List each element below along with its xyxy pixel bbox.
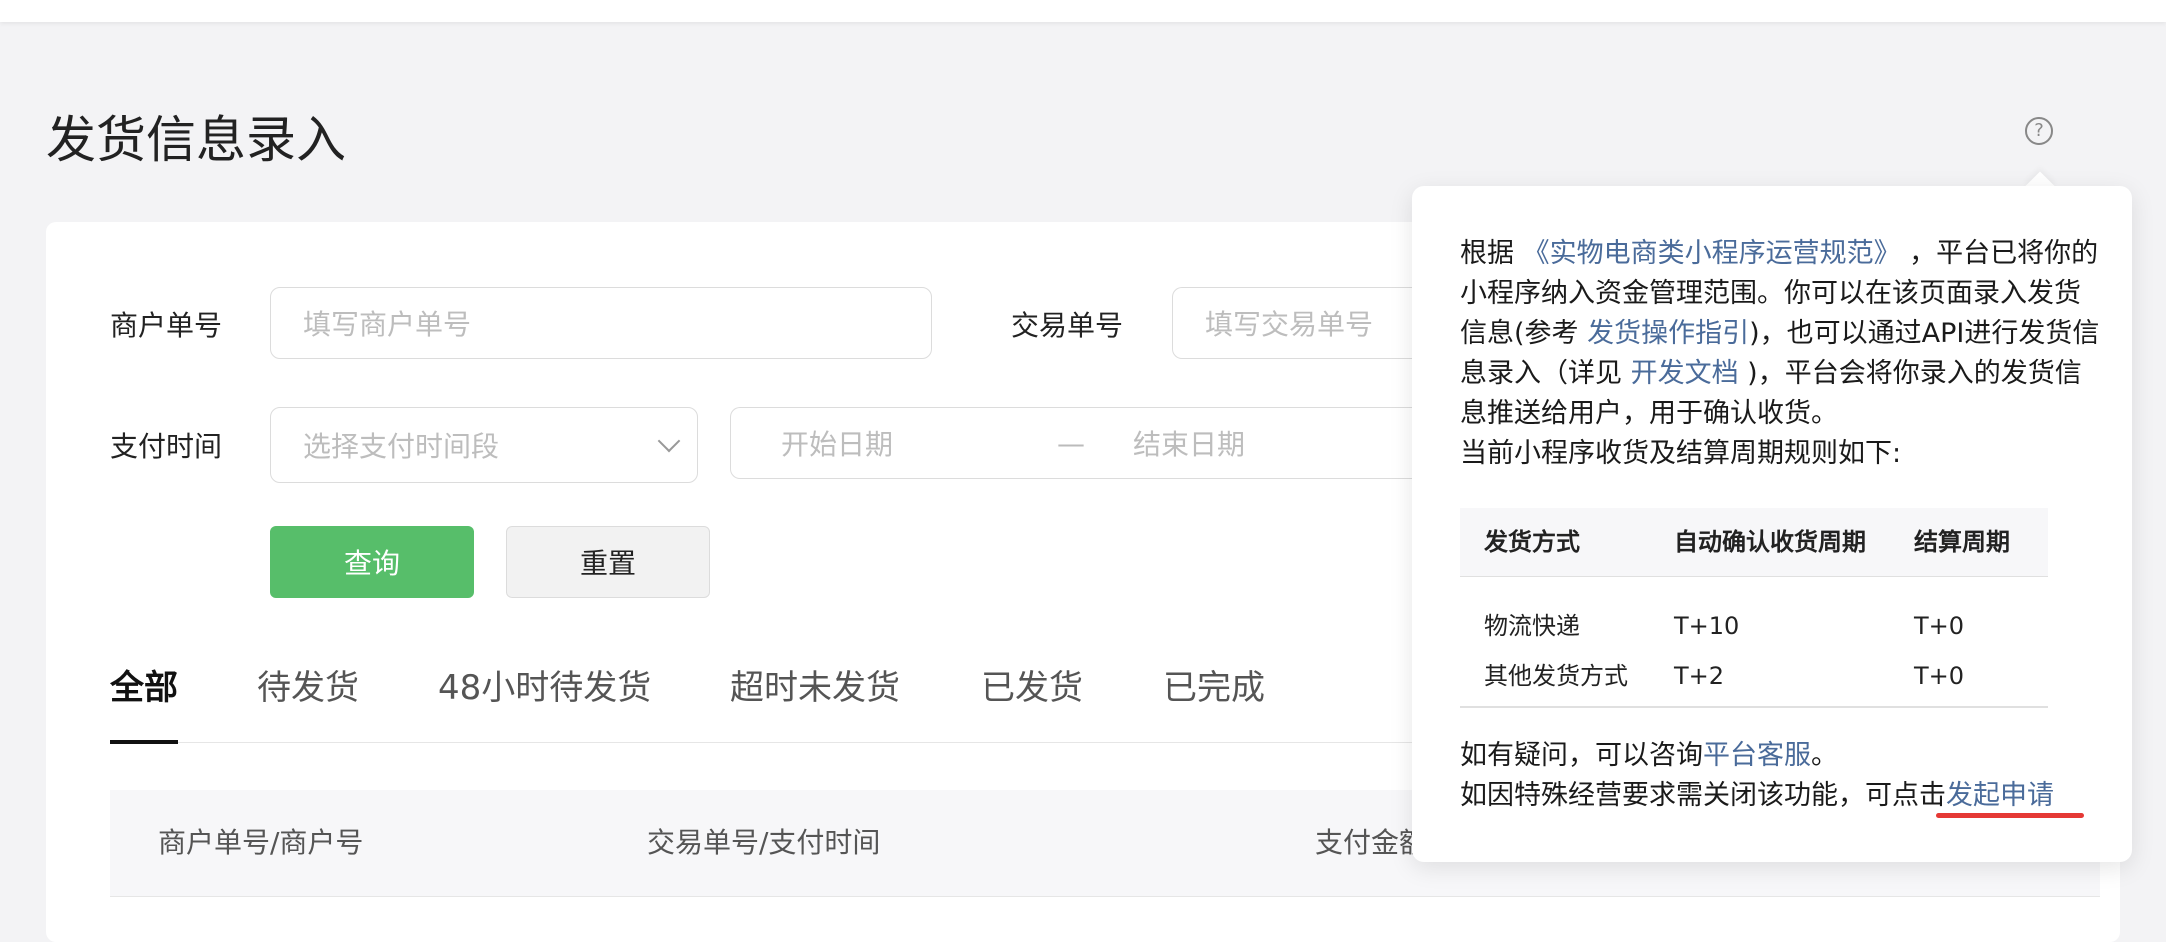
- rules-link[interactable]: 《实物电商类小程序运营规范》: [1523, 238, 1901, 269]
- end-date-placeholder[interactable]: 结束日期: [1133, 423, 1245, 463]
- merchant-no-placeholder: 填写商户单号: [303, 308, 472, 341]
- rules-header-confirm: 自动确认收货周期: [1674, 528, 1866, 556]
- rules-header-settle: 结算周期: [1914, 528, 2010, 556]
- tab-48h-pending[interactable]: 48小时待发货: [438, 660, 651, 709]
- popover-footer: 如有疑问，可以咨询平台客服。 如因特殊经营要求需关闭该功能，可点击发起申请: [1460, 736, 2120, 816]
- pay-time-label: 支付时间: [110, 430, 223, 463]
- customer-service-link[interactable]: 平台客服: [1703, 740, 1811, 771]
- popover-rules-intro: 当前小程序收货及结算周期规则如下:: [1460, 438, 1902, 469]
- dev-docs-link[interactable]: 开发文档: [1631, 358, 1739, 389]
- rules-row: 物流快递 T+10 T+0: [1460, 601, 2048, 651]
- trade-no-placeholder: 填写交易单号: [1205, 308, 1374, 341]
- help-icon[interactable]: ?: [2025, 117, 2053, 145]
- tab-completed[interactable]: 已完成: [1163, 660, 1265, 709]
- pay-time-select-placeholder: 选择支付时间段: [303, 430, 500, 463]
- chevron-down-icon: [657, 429, 681, 453]
- rules-cell: T+2: [1674, 662, 1725, 690]
- top-bar: [0, 0, 2166, 22]
- popover-text: 根据: [1460, 238, 1523, 269]
- start-date-placeholder[interactable]: 开始日期: [781, 423, 893, 463]
- page-title: 发货信息录入: [46, 111, 346, 169]
- column-amount: 支付金额: [1315, 826, 1428, 859]
- popover-text: 如有疑问，可以咨询: [1460, 740, 1703, 771]
- help-popover: 根据 《实物电商类小程序运营规范》 ，平台已将你的小程序纳入资金管理范围。你可以…: [1412, 186, 2132, 862]
- rules-cell: T+0: [1914, 612, 1965, 640]
- rules-cell: T+0: [1914, 662, 1965, 690]
- tab-overdue[interactable]: 超时未发货: [730, 660, 900, 709]
- rules-cell: 物流快递: [1484, 612, 1580, 640]
- pay-time-select[interactable]: 选择支付时间段: [270, 407, 698, 483]
- tab-pending-shipment[interactable]: 待发货: [257, 660, 359, 709]
- rules-table-divider: [1460, 706, 2048, 708]
- trade-no-label: 交易单号: [1011, 309, 1124, 342]
- popover-description: 根据 《实物电商类小程序运营规范》 ，平台已将你的小程序纳入资金管理范围。你可以…: [1460, 234, 2100, 474]
- rules-table-header: 发货方式 自动确认收货周期 结算周期: [1460, 508, 2048, 577]
- tab-all[interactable]: 全部: [110, 660, 178, 709]
- active-tab-indicator: [110, 740, 178, 744]
- date-range-picker[interactable]: 开始日期 — 结束日期: [730, 407, 1472, 479]
- merchant-no-input[interactable]: 填写商户单号: [270, 287, 932, 359]
- query-button[interactable]: 查询: [270, 526, 474, 598]
- popover-text: 。: [1811, 740, 1838, 771]
- reset-button[interactable]: 重置: [506, 526, 710, 598]
- rules-cell: 其他发货方式: [1484, 662, 1628, 690]
- date-range-separator: —: [1057, 426, 1085, 460]
- rules-table: 发货方式 自动确认收货周期 结算周期 物流快递 T+10 T+0 其他发货方式 …: [1460, 508, 2048, 701]
- popover-text: 如因特殊经营要求需关闭该功能，可点击: [1460, 780, 1946, 811]
- rules-row: 其他发货方式 T+2 T+0: [1460, 651, 2048, 701]
- merchant-no-label: 商户单号: [110, 309, 223, 342]
- rules-cell: T+10: [1674, 612, 1740, 640]
- apply-link-highlight: [1936, 813, 2084, 818]
- apply-link[interactable]: 发起申请: [1946, 780, 2054, 811]
- shipping-guide-link[interactable]: 发货操作指引: [1587, 318, 1749, 349]
- column-merchant: 商户单号/商户号: [158, 826, 364, 859]
- column-trade: 交易单号/支付时间: [647, 826, 881, 859]
- tab-shipped[interactable]: 已发货: [981, 660, 1083, 709]
- rules-header-method: 发货方式: [1484, 528, 1580, 556]
